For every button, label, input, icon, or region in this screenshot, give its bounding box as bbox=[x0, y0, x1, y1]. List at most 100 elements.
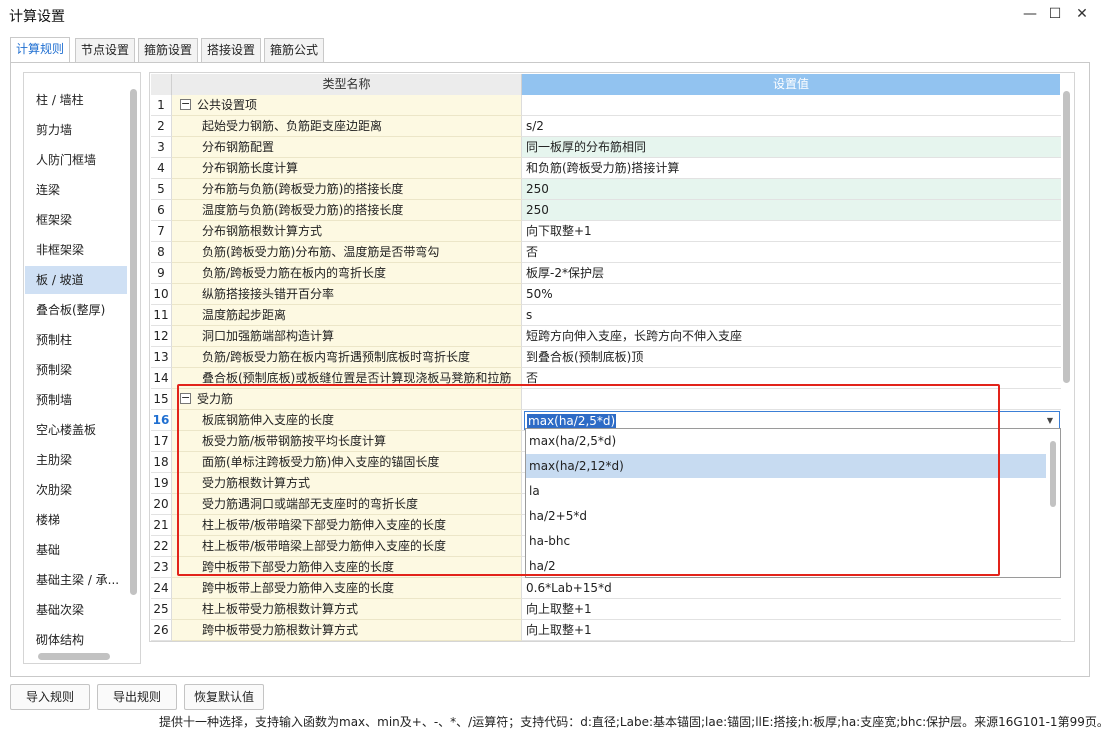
table-row[interactable]: 8 负筋(跨板受力筋)分布筋、温度筋是否带弯勾 否 bbox=[151, 242, 1061, 263]
row-name: 跨中板带上部受力筋伸入支座的长度 bbox=[172, 578, 522, 599]
row-value[interactable]: 50% bbox=[522, 284, 1061, 305]
grid-vertical-scrollbar[interactable] bbox=[1063, 91, 1070, 383]
table-row[interactable]: 24 跨中板带上部受力筋伸入支座的长度 0.6*Lab+15*d bbox=[151, 578, 1061, 599]
row-value[interactable] bbox=[522, 95, 1061, 116]
description-hint: 提供十一种选择，支持输入函数为max、min及+、-、*、/运算符；支持代码：d… bbox=[159, 715, 1105, 729]
column-header-name[interactable]: 类型名称 bbox=[172, 74, 522, 95]
row-name: 起始受力钢筋、负筋距支座边距离 bbox=[172, 116, 522, 137]
sidebar-item[interactable]: 基础次梁 bbox=[25, 596, 127, 624]
sidebar-item[interactable]: 非框架梁 bbox=[25, 236, 127, 264]
row-value[interactable]: 否 bbox=[522, 368, 1061, 389]
sidebar-item-selected[interactable]: 板 / 坡道 bbox=[25, 266, 127, 294]
row-number: 19 bbox=[151, 473, 172, 494]
sidebar-item[interactable]: 框架梁 bbox=[25, 206, 127, 234]
sidebar-horizontal-scrollbar[interactable] bbox=[38, 653, 110, 660]
dropdown-option-highlighted[interactable]: max(ha/2,12*d) bbox=[526, 454, 1046, 478]
table-row[interactable]: 15 − 受力筋 bbox=[151, 389, 1061, 410]
tab-lap-settings[interactable]: 搭接设置 bbox=[201, 38, 262, 62]
table-row[interactable]: 9 负筋/跨板受力筋在板内的弯折长度 板厚-2*保护层 bbox=[151, 263, 1061, 284]
row-value[interactable]: 0.6*Lab+15*d bbox=[522, 578, 1061, 599]
dropdown-scrollbar[interactable] bbox=[1050, 441, 1056, 507]
tab-node-settings[interactable]: 节点设置 bbox=[75, 38, 136, 62]
sidebar-item[interactable]: 柱 / 墙柱 bbox=[25, 86, 127, 114]
row-number: 23 bbox=[151, 557, 172, 578]
dropdown-arrow-icon[interactable]: ▼ bbox=[1047, 412, 1053, 429]
dropdown-option[interactable]: ha/2+5*d bbox=[526, 504, 1046, 528]
sidebar-item[interactable]: 人防门框墙 bbox=[25, 146, 127, 174]
dropdown-option[interactable]: ha-bhc bbox=[526, 529, 1046, 553]
table-row[interactable]: 13 负筋/跨板受力筋在板内弯折遇预制底板时弯折长度 到叠合板(预制底板)顶 bbox=[151, 347, 1061, 368]
sidebar-item[interactable]: 预制柱 bbox=[25, 326, 127, 354]
sidebar-item[interactable]: 主肋梁 bbox=[25, 446, 127, 474]
dropdown-option[interactable]: ha/2 bbox=[526, 554, 1046, 577]
sidebar-vertical-scrollbar[interactable] bbox=[130, 89, 137, 595]
row-value[interactable]: 250 bbox=[522, 179, 1061, 200]
row-number: 16 bbox=[151, 410, 172, 431]
row-value[interactable]: 向上取整+1 bbox=[522, 599, 1061, 620]
sidebar-item[interactable]: 楼梯 bbox=[25, 506, 127, 534]
row-value[interactable]: 同一板厚的分布筋相同 bbox=[522, 137, 1061, 158]
table-row[interactable]: 3 分布钢筋配置 同一板厚的分布筋相同 bbox=[151, 137, 1061, 158]
dropdown-option[interactable]: max(ha/2,5*d) bbox=[526, 429, 1046, 453]
table-row[interactable]: 14 叠合板(预制底板)或板缝位置是否计算现浇板马凳筋和拉筋 否 bbox=[151, 368, 1061, 389]
export-rules-button[interactable]: 导出规则 bbox=[97, 684, 177, 710]
sidebar-item[interactable]: 砌体结构 bbox=[25, 626, 127, 654]
sidebar-item[interactable]: 连梁 bbox=[25, 176, 127, 204]
table-row[interactable]: 6 温度筋与负筋(跨板受力筋)的搭接长度 250 bbox=[151, 200, 1061, 221]
table-row[interactable]: 12 洞口加强筋端部构造计算 短跨方向伸入支座，长跨方向不伸入支座 bbox=[151, 326, 1061, 347]
group-label: 受力筋 bbox=[197, 392, 234, 406]
table-row[interactable]: 5 分布筋与负筋(跨板受力筋)的搭接长度 250 bbox=[151, 179, 1061, 200]
table-row[interactable]: 1 − 公共设置项 bbox=[151, 95, 1061, 116]
row-number: 17 bbox=[151, 431, 172, 452]
close-icon[interactable]: ✕ bbox=[1070, 4, 1094, 24]
table-row[interactable]: 11 温度筋起步距离 s bbox=[151, 305, 1061, 326]
table-row[interactable]: 4 分布钢筋长度计算 和负筋(跨板受力筋)搭接计算 bbox=[151, 158, 1061, 179]
row-value[interactable] bbox=[522, 389, 1061, 410]
row-value[interactable]: 向下取整+1 bbox=[522, 221, 1061, 242]
selected-value-text: max(ha/2,5*d) bbox=[527, 414, 617, 428]
column-header-value[interactable]: 设置值 bbox=[522, 74, 1060, 95]
row-value[interactable]: 向上取整+1 bbox=[522, 620, 1061, 641]
sidebar-item[interactable]: 次肋梁 bbox=[25, 476, 127, 504]
row-number: 25 bbox=[151, 599, 172, 620]
table-row[interactable]: 7 分布钢筋根数计算方式 向下取整+1 bbox=[151, 221, 1061, 242]
row-value[interactable]: 和负筋(跨板受力筋)搭接计算 bbox=[522, 158, 1061, 179]
row-name: 受力筋遇洞口或端部无支座时的弯折长度 bbox=[172, 494, 522, 515]
sidebar-item[interactable]: 基础 bbox=[25, 536, 127, 564]
component-sidebar: 柱 / 墙柱 剪力墙 人防门框墙 连梁 框架梁 非框架梁 板 / 坡道 叠合板(… bbox=[23, 72, 141, 664]
sidebar-item[interactable]: 基础主梁 / 承... bbox=[25, 566, 127, 594]
import-rules-button[interactable]: 导入规则 bbox=[10, 684, 90, 710]
collapse-icon[interactable]: − bbox=[180, 98, 191, 110]
sidebar-item[interactable]: 空心楼盖板 bbox=[25, 416, 127, 444]
table-row[interactable]: 10 纵筋搭接接头错开百分率 50% bbox=[151, 284, 1061, 305]
row-value[interactable]: s bbox=[522, 305, 1061, 326]
tab-stirrup-formula[interactable]: 箍筋公式 bbox=[264, 38, 325, 62]
row-name: 柱上板带/板带暗梁上部受力筋伸入支座的长度 bbox=[172, 536, 522, 557]
row-value[interactable]: s/2 bbox=[522, 116, 1061, 137]
value-dropdown-list: max(ha/2,5*d) max(ha/2,12*d) la ha/2+5*d… bbox=[525, 428, 1061, 578]
sidebar-item[interactable]: 预制梁 bbox=[25, 356, 127, 384]
sidebar-item[interactable]: 剪力墙 bbox=[25, 116, 127, 144]
maximize-icon[interactable]: ☐ bbox=[1043, 4, 1067, 24]
row-name: − 公共设置项 bbox=[172, 95, 522, 116]
table-row[interactable]: 25 柱上板带受力筋根数计算方式 向上取整+1 bbox=[151, 599, 1061, 620]
row-number: 10 bbox=[151, 284, 172, 305]
table-row[interactable]: 26 跨中板带受力筋根数计算方式 向上取整+1 bbox=[151, 620, 1061, 641]
sidebar-item[interactable]: 预制墙 bbox=[25, 386, 127, 414]
table-row[interactable]: 2 起始受力钢筋、负筋距支座边距离 s/2 bbox=[151, 116, 1061, 137]
row-value[interactable]: 板厚-2*保护层 bbox=[522, 263, 1061, 284]
row-value[interactable]: 短跨方向伸入支座，长跨方向不伸入支座 bbox=[522, 326, 1061, 347]
row-value[interactable]: 到叠合板(预制底板)顶 bbox=[522, 347, 1061, 368]
tab-calc-rules[interactable]: 计算规则 bbox=[10, 37, 71, 63]
sidebar-item[interactable]: 叠合板(整厚) bbox=[25, 296, 127, 324]
group-label: 公共设置项 bbox=[197, 98, 258, 112]
dropdown-option[interactable]: la bbox=[526, 479, 1046, 503]
row-value[interactable]: 250 bbox=[522, 200, 1061, 221]
minimize-icon[interactable]: — bbox=[1018, 4, 1042, 24]
tab-stirrup-settings[interactable]: 箍筋设置 bbox=[138, 38, 199, 62]
row-number: 24 bbox=[151, 578, 172, 599]
row-number: 11 bbox=[151, 305, 172, 326]
row-value[interactable]: 否 bbox=[522, 242, 1061, 263]
restore-defaults-button[interactable]: 恢复默认值 bbox=[184, 684, 264, 710]
collapse-icon[interactable]: − bbox=[180, 392, 191, 404]
